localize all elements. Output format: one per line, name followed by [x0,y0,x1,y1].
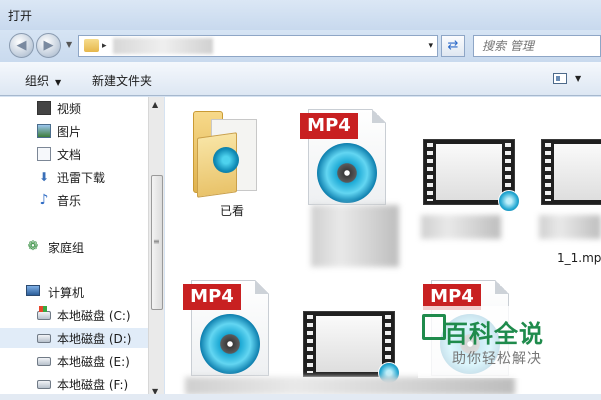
scroll-grip-icon: ≡ [153,237,160,246]
blurred-file-name [421,215,501,239]
forward-arrow-icon: ▶ [43,38,54,53]
computer-icon [26,285,40,296]
sidebar-item-label: 文档 [57,148,82,162]
folder-name: 已看 [220,204,245,218]
documents-library-icon [37,147,51,161]
folder-icon [84,39,99,52]
drive-icon [37,334,51,343]
sidebar-item-label: 音乐 [57,194,82,208]
address-dropdown-icon[interactable]: ▾ [428,41,433,51]
sidebar-item-thunder-downloads[interactable]: ⬇ 迅雷下载 [0,167,148,187]
sidebar-item-label: 本地磁盘 (F:) [57,378,129,392]
folder-item[interactable]: 已看 [165,97,285,227]
sidebar-item-pictures[interactable]: 图片 [0,121,148,141]
search-box[interactable] [473,35,601,57]
blurred-path [113,38,213,54]
view-dropdown-icon[interactable]: ▼ [575,74,581,83]
forward-button[interactable]: ▶ [36,33,61,58]
mp4-file-icon: MP4 [300,109,392,205]
breadcrumb-separator-icon[interactable]: ▸ [102,41,107,51]
drive-icon [37,380,51,389]
title-bar: 打开 [0,0,601,30]
video-thumbnail[interactable] [541,139,601,205]
blurred-file-name [311,205,399,267]
sidebar-item-documents[interactable]: 文档 [0,144,148,164]
media-reel-icon [317,143,377,203]
media-reel-icon [200,314,260,374]
video-thumbnail[interactable] [303,311,400,384]
change-view-icon[interactable] [553,73,567,84]
sidebar-item-label: 计算机 [48,286,85,300]
sidebar-item-label: 家庭组 [48,241,85,255]
sidebar-item-drive-d[interactable]: 本地磁盘 (D:) [0,328,148,348]
media-player-badge-icon [498,190,520,212]
new-folder-button[interactable]: 新建文件夹 [92,72,152,89]
command-bar: 组织 ▼ 新建文件夹 ▼ [0,62,601,96]
watermark-subtitle: 助你轻松解决 [452,351,542,367]
homegroup-icon: ❁ [27,239,39,254]
watermark: 百科全说 助你轻松解决 [418,306,586,378]
address-bar[interactable]: ▸ ▾ [78,35,438,57]
search-input[interactable] [474,36,600,56]
sidebar-item-drive-f[interactable]: 本地磁盘 (F:) [0,374,148,394]
scroll-up-icon[interactable]: ▲ [152,100,158,109]
sidebar-item-label: 迅雷下载 [57,171,106,185]
organize-button[interactable]: 组织 ▼ [25,72,61,89]
watermark-brand: 百科全说 [444,320,544,348]
refresh-button[interactable]: ⇄ [441,35,465,57]
sidebar-item-videos[interactable]: 视频 [0,98,148,118]
sidebar-item-label: 本地磁盘 (D:) [57,332,132,346]
sidebar-item-label: 视频 [57,102,82,116]
mp4-file-icon: MP4 [183,280,275,376]
window-title: 打开 [8,9,33,23]
sidebar-item-drive-e[interactable]: 本地磁盘 (E:) [0,351,148,371]
music-icon: ♪ [39,192,49,208]
chevron-down-icon: ▼ [55,78,62,87]
sidebar-item-computer[interactable]: 计算机 [0,282,148,302]
pictures-library-icon [37,124,51,138]
navigation-pane: 视频 图片 文档 ⬇ 迅雷下载 ♪ 音乐 ❁ 家庭组 计算机 本地磁盘 (C:)… [0,97,148,400]
sidebar-item-label: 本地磁盘 (C:) [57,309,131,323]
file-name: 1_1.mp [557,251,601,265]
video-library-icon [37,101,51,115]
watermark-logo-icon [422,314,446,340]
back-button[interactable]: ◀ [9,33,34,58]
media-folder-icon [193,105,259,198]
video-thumbnail[interactable] [423,139,520,212]
sidebar-scrollbar[interactable]: ▲ ≡ ▼ [148,97,164,400]
sidebar-item-homegroup[interactable]: ❁ 家庭组 [0,237,148,257]
sidebar-item-music[interactable]: ♪ 音乐 [0,190,148,210]
sidebar-item-label: 本地磁盘 (E:) [57,355,130,369]
blurred-file-name [539,215,601,239]
address-row: ◀ ▶ ▼ ▸ ▾ ⇄ [0,30,601,62]
drive-icon [37,357,51,366]
download-icon: ⬇ [38,170,50,184]
mp4-tag: MP4 [300,113,358,139]
bottom-edge [0,394,601,400]
back-arrow-icon: ◀ [16,38,27,53]
refresh-icon: ⇄ [447,38,459,53]
organize-label: 组织 [25,74,50,88]
mp4-tag: MP4 [183,284,241,310]
windows-drive-icon [37,306,51,320]
sidebar-item-drive-c[interactable]: 本地磁盘 (C:) [0,305,148,325]
blurred-file-name [185,377,515,395]
sidebar-item-label: 图片 [57,125,82,139]
recent-locations-dropdown-icon[interactable]: ▼ [66,40,72,49]
